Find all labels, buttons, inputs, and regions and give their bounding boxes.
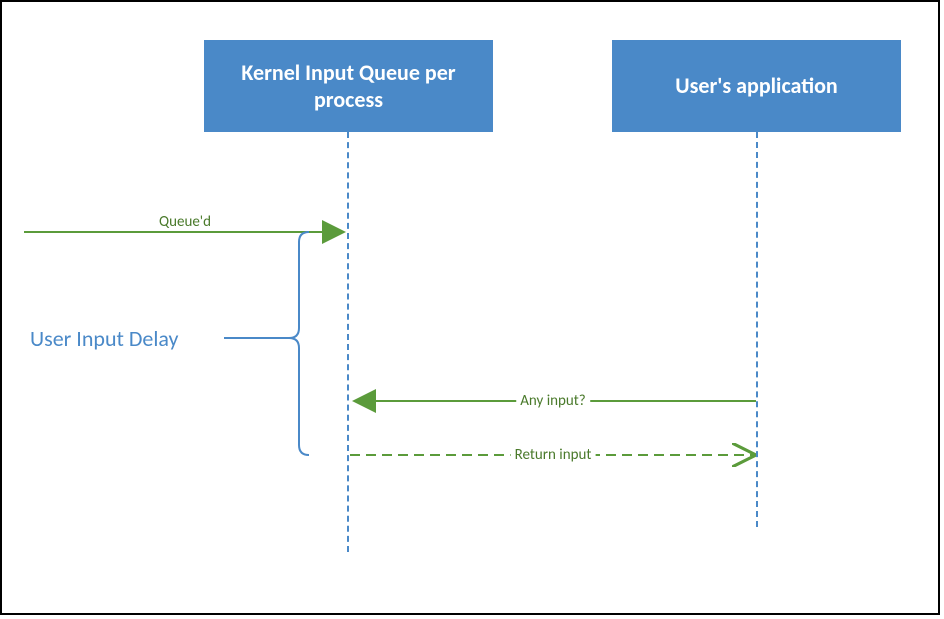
user-input-delay-label: User Input Delay	[30, 325, 179, 352]
label-text: User Input Delay	[30, 325, 179, 352]
participant-kernel-input-queue: Kernel Input Queue per process	[204, 40, 493, 132]
diagram-frame: Kernel Input Queue per process User's ap…	[0, 0, 940, 615]
message-any-input-label: Any input?	[516, 392, 590, 410]
label-text: Any input?	[520, 392, 586, 410]
user-input-delay-bracket	[224, 232, 309, 455]
participant-label: Kernel Input Queue per process	[214, 59, 483, 114]
lifeline-kernel-queue	[347, 132, 349, 552]
lifeline-user-app	[756, 132, 758, 527]
participant-label: User's application	[675, 72, 837, 100]
label-text: Queue'd	[159, 213, 211, 231]
participant-users-application: User's application	[612, 40, 901, 132]
message-queued-label: Queue'd	[159, 213, 211, 231]
label-text: Return input	[515, 446, 592, 464]
message-return-input-label: Return input	[511, 446, 596, 464]
